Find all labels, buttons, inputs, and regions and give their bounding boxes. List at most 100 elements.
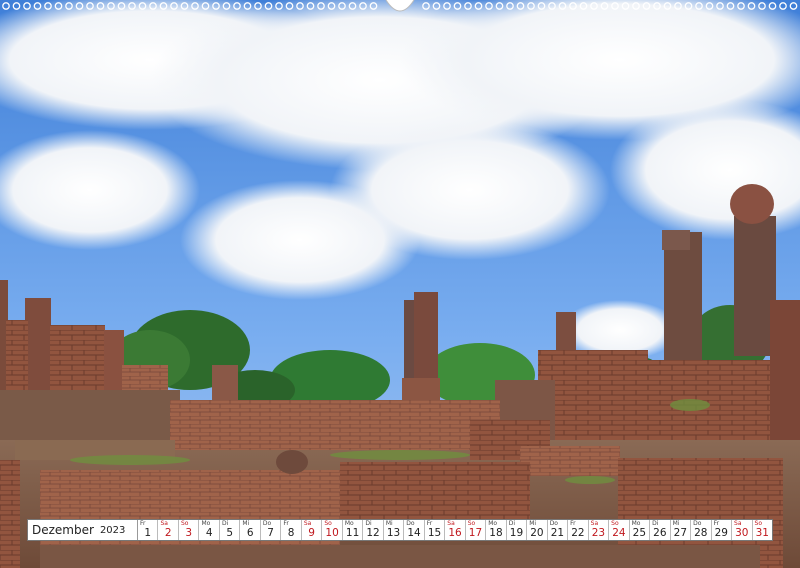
binding-ring <box>369 2 378 10</box>
weekday-label: So <box>467 520 476 527</box>
weekday-label: Fr <box>426 520 433 527</box>
binding-ring <box>716 2 724 10</box>
weekday-label: Di <box>221 520 229 527</box>
weekday-label: Do <box>262 520 272 527</box>
day-number: 21 <box>550 527 565 539</box>
binding-ring <box>695 2 703 10</box>
binding-ring <box>233 2 241 10</box>
binding-ring <box>653 2 661 10</box>
hanger-hook <box>385 0 415 12</box>
binding-ring <box>117 2 126 10</box>
binding-ring <box>348 2 357 10</box>
binding-ring <box>663 2 672 10</box>
day-cell: Di 26 <box>650 520 671 540</box>
binding-ring <box>191 2 199 10</box>
day-number: 23 <box>591 527 606 539</box>
binding-ring <box>2 2 10 10</box>
binding-ring <box>96 2 105 10</box>
day-cell: Di 5 <box>219 520 241 540</box>
weekday-label: Fr <box>140 520 146 527</box>
binding-ring <box>149 2 157 10</box>
binding-ring <box>758 2 766 10</box>
binding-ring <box>432 2 441 10</box>
binding-ring <box>548 2 556 10</box>
binding-ring <box>254 2 262 10</box>
day-cell: Mi 27 <box>670 520 692 540</box>
binding-ring <box>768 2 777 10</box>
day-number: 29 <box>714 527 728 539</box>
day-cell: Di 12 <box>363 520 384 540</box>
binding-ring <box>558 2 567 10</box>
day-number: 2 <box>164 527 172 539</box>
weekday-label: Do <box>693 520 702 527</box>
binding-ring <box>705 2 714 10</box>
day-cell: Mo 11 <box>342 520 364 540</box>
day-number: 17 <box>468 527 483 539</box>
weekday-label: So <box>180 520 189 527</box>
weekday-label: Mi <box>672 520 680 527</box>
day-cell: Mo 4 <box>199 520 220 540</box>
binding-ring <box>86 2 94 10</box>
binding-ring <box>33 2 42 10</box>
binding-ring <box>275 2 283 10</box>
day-cell: Fr 8 <box>281 520 302 540</box>
weekday-label: Fr <box>713 520 720 527</box>
binding-ring <box>600 2 609 10</box>
day-number: 7 <box>267 527 274 539</box>
weekday-label: Mo <box>488 520 498 527</box>
binding-ring <box>726 2 735 10</box>
weekday-label: Mi <box>385 520 393 527</box>
binding-ring <box>65 2 73 10</box>
day-number: 3 <box>185 527 193 539</box>
day-cell: Sa 23 <box>588 520 610 540</box>
binding-ring <box>243 2 252 10</box>
binding-ring <box>747 2 756 10</box>
binding-ring <box>495 2 504 10</box>
temple-ruins-photo <box>0 0 800 568</box>
binding-ring <box>621 2 630 10</box>
month-label: Dezember 2023 <box>28 520 138 540</box>
day-cell: Mi 13 <box>383 520 405 540</box>
binding-ring <box>642 2 651 10</box>
day-cell: So 3 <box>178 520 200 540</box>
binding-ring <box>453 2 462 10</box>
weekday-label: Sa <box>734 520 742 527</box>
weekday-label: Do <box>406 520 415 527</box>
binding-ring <box>222 2 231 10</box>
binding-ring <box>464 2 472 10</box>
year-label: 2023 <box>99 524 126 536</box>
binding-ring <box>264 2 273 10</box>
binding-ring <box>128 2 136 10</box>
day-cell: Sa 2 <box>158 520 179 540</box>
day-cell: Sa 9 <box>301 520 323 540</box>
day-cell: Fr 1 <box>138 520 159 540</box>
binding-ring <box>201 2 210 10</box>
day-cell: Do 7 <box>260 520 282 540</box>
binding-ring <box>779 2 787 10</box>
weekday-label: Mi <box>529 520 537 527</box>
month-name: Dezember <box>32 523 94 537</box>
binding-ring <box>516 2 525 10</box>
binding-ring <box>12 2 21 10</box>
weekday-label: Fr <box>283 520 289 527</box>
binding-ring <box>443 2 451 10</box>
binding-ring <box>54 2 63 10</box>
binding-ring <box>306 2 315 10</box>
weekday-label: Mo <box>201 520 211 527</box>
weekday-label: Sa <box>590 520 599 527</box>
weekday-label: So <box>754 520 763 527</box>
binding-ring <box>107 2 115 10</box>
binding-ring <box>789 2 798 10</box>
day-cell: So 10 <box>322 520 343 540</box>
day-cell: Fr 29 <box>711 520 733 540</box>
day-cell: Do 28 <box>691 520 712 540</box>
binding-ring <box>632 2 640 10</box>
day-cell: So 31 <box>752 520 773 540</box>
day-number: 24 <box>612 527 626 539</box>
binding-ring <box>338 2 346 10</box>
day-cells: Fr 1 Sa 2 So 3 Mo 4 Di 5 Mi 6 Do 7 Fr 8 Sa 9 So 10 Mo 11 Di 12 M… <box>138 520 773 540</box>
binding-ring <box>327 2 336 10</box>
day-number: 28 <box>694 527 708 539</box>
weekday-label: Di <box>365 520 372 527</box>
day-cell: Fr 15 <box>424 520 446 540</box>
